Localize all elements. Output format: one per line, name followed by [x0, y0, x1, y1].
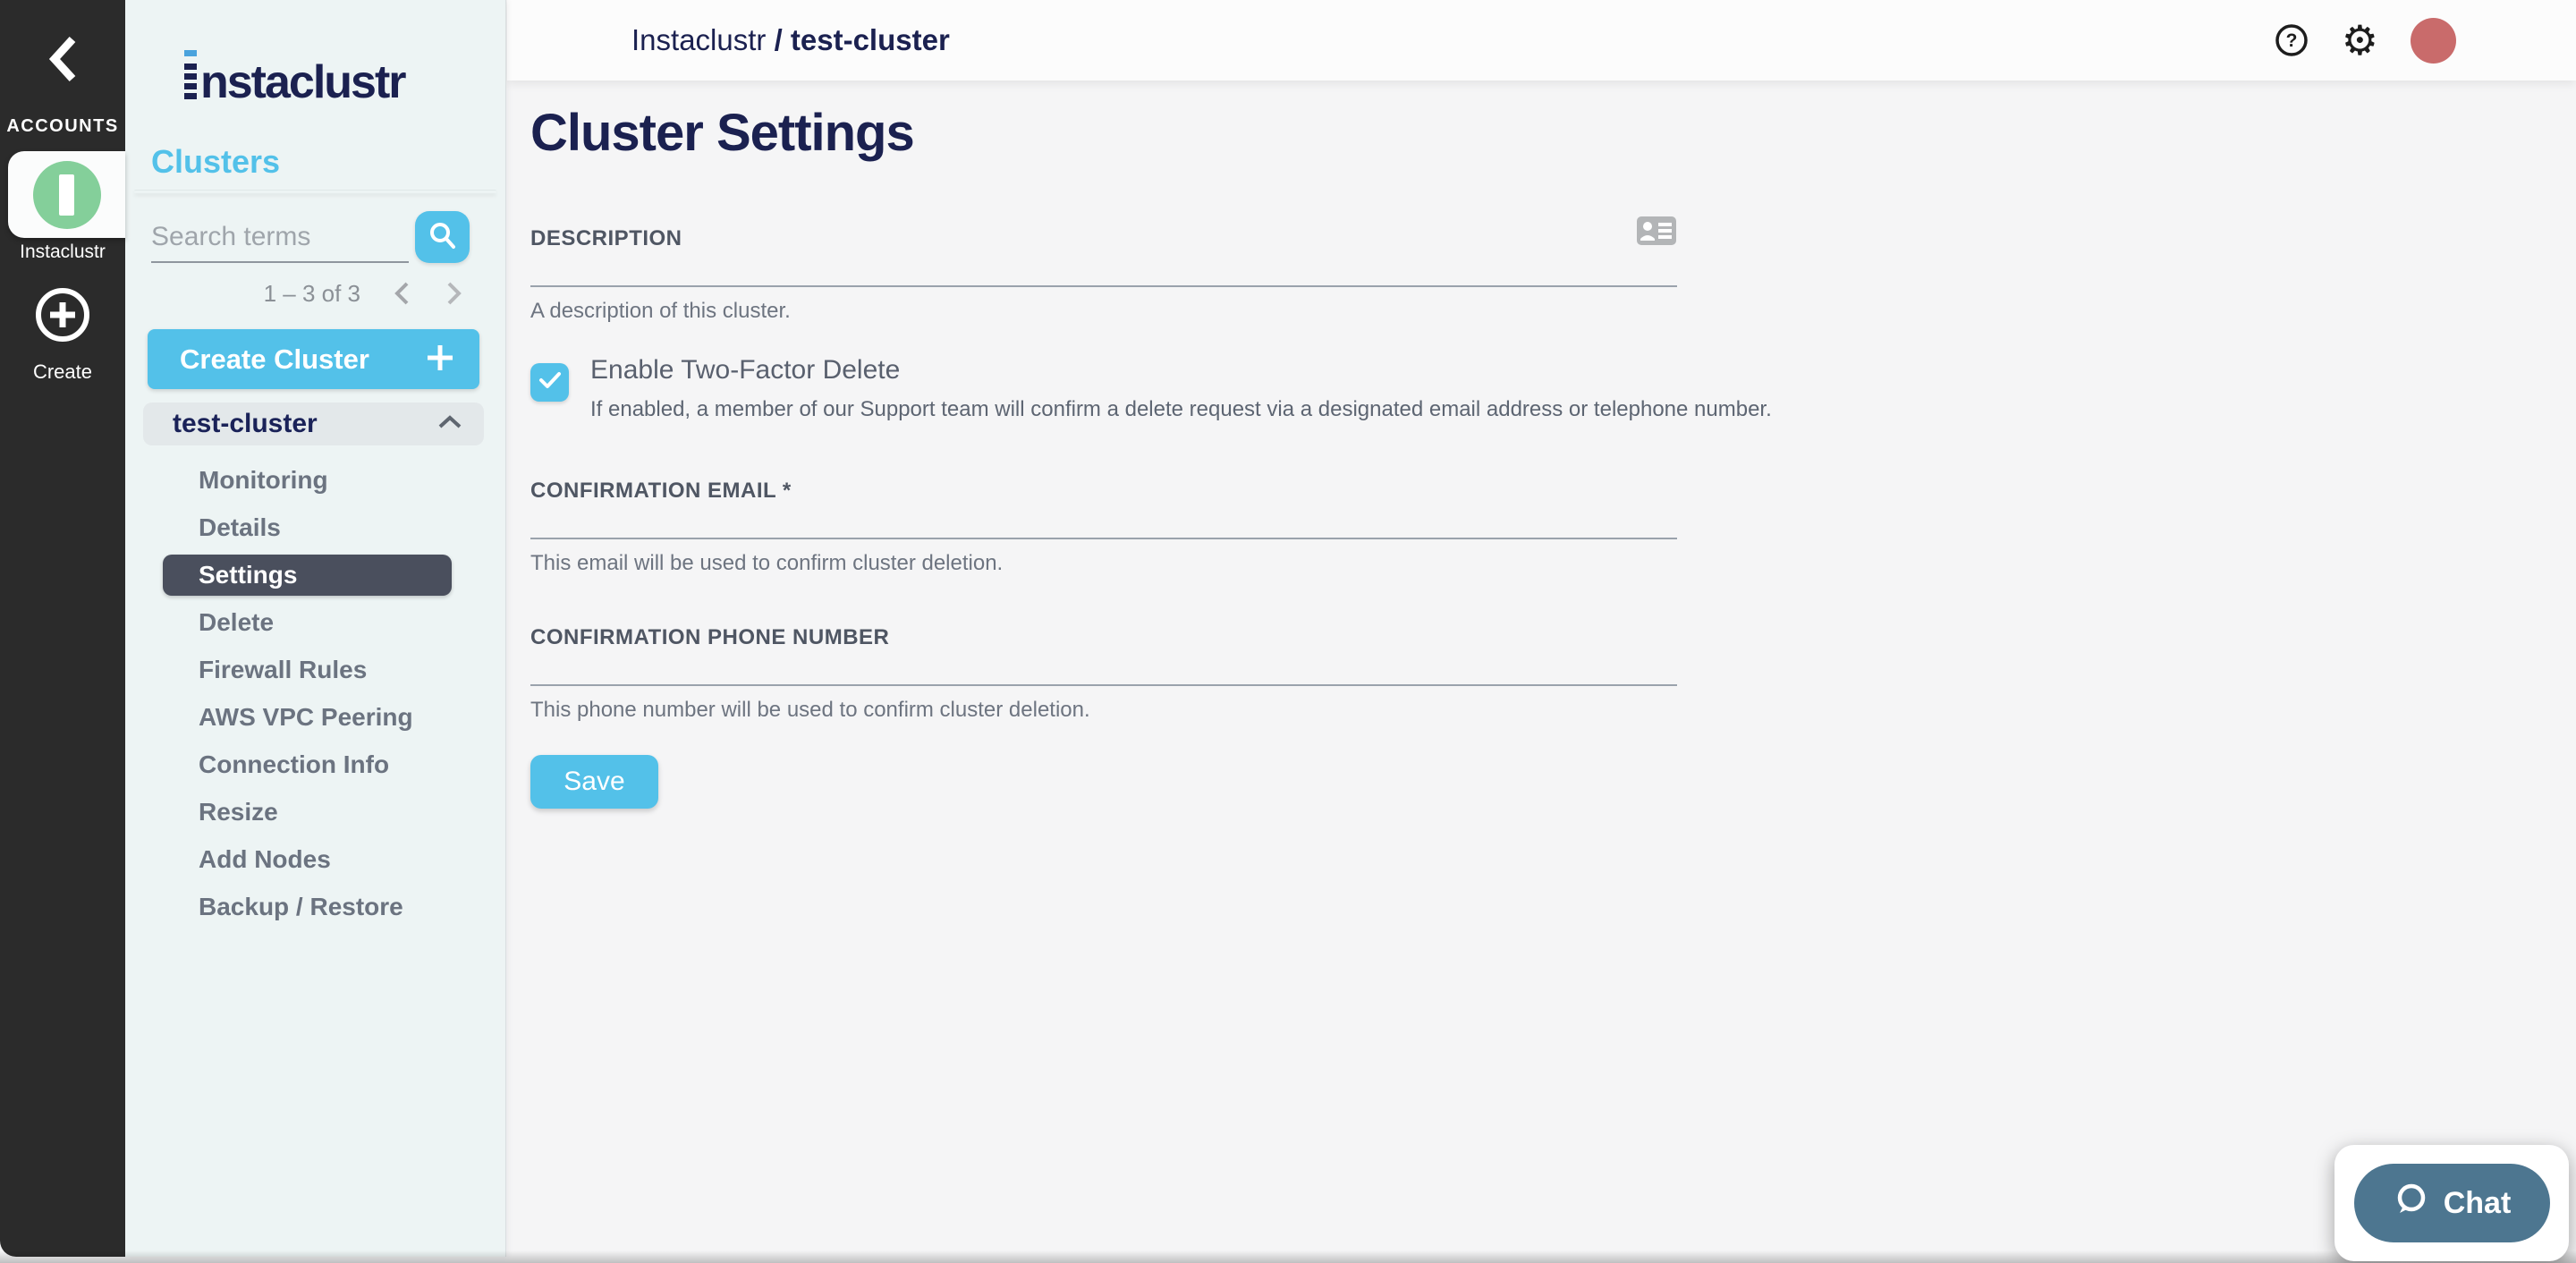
- nav-item-aws-vpc-peering[interactable]: AWS VPC Peering: [143, 693, 484, 741]
- pagination-next-button[interactable]: [443, 280, 464, 307]
- search-input[interactable]: [151, 222, 409, 263]
- plus-circle-icon: [34, 286, 91, 348]
- back-chevron-icon: [46, 34, 80, 89]
- plus-icon: [424, 342, 456, 377]
- confirmation-phone-label: CONFIRMATION PHONE NUMBER: [530, 625, 889, 650]
- pagination-prev-button[interactable]: [391, 280, 412, 307]
- two-factor-delete-row: Enable Two-Factor Delete If enabled, a m…: [530, 355, 2576, 422]
- user-avatar[interactable]: [2411, 18, 2456, 64]
- chat-launcher-frame: Chat: [2334, 1145, 2569, 1261]
- confirmation-phone-group: CONFIRMATION PHONE NUMBER This phone num…: [530, 625, 1677, 723]
- confirmation-email-input[interactable]: [530, 504, 1677, 539]
- pagination: 1 – 3 of 3: [125, 279, 464, 308]
- chat-button[interactable]: Chat: [2354, 1164, 2550, 1242]
- sidebar-heading-clusters: Clusters: [151, 143, 280, 181]
- two-factor-label: Enable Two-Factor Delete: [590, 355, 1772, 386]
- clusters-sidebar: nstaclustr Clusters 1 – 3 of 3 Create Cl…: [125, 0, 506, 1257]
- accounts-label: ACCOUNTS: [0, 116, 125, 137]
- topbar-icons: ? ⚙: [2274, 18, 2456, 64]
- nav-item-firewall-rules[interactable]: Firewall Rules: [143, 646, 484, 693]
- logo-i-mark-icon: [184, 50, 197, 99]
- breadcrumb-root[interactable]: Instaclustr: [631, 23, 766, 56]
- collapse-back-button[interactable]: [0, 25, 125, 97]
- address-card-icon[interactable]: [1636, 215, 1677, 251]
- nav-item-resize[interactable]: Resize: [143, 788, 484, 835]
- confirmation-email-group: CONFIRMATION EMAIL * This email will be …: [530, 479, 1677, 576]
- nav-item-details[interactable]: Details: [143, 504, 484, 551]
- instaclustr-logo: nstaclustr: [184, 50, 405, 106]
- nav-item-add-nodes[interactable]: Add Nodes: [143, 835, 484, 883]
- account-avatar: [33, 161, 101, 229]
- help-icon[interactable]: ?: [2274, 22, 2309, 58]
- confirmation-phone-input[interactable]: [530, 650, 1677, 686]
- chat-bubble-icon: [2393, 1182, 2428, 1225]
- nav-item-settings[interactable]: Settings: [163, 555, 452, 596]
- chat-label: Chat: [2444, 1186, 2512, 1221]
- account-name-label: Instaclustr: [0, 242, 125, 263]
- bottom-scroll-shadow: [0, 1250, 2576, 1263]
- chevron-up-icon: [437, 414, 462, 435]
- account-initial-bar: [59, 174, 74, 216]
- cluster-header-test-cluster[interactable]: test-cluster: [143, 403, 484, 445]
- logo-wordmark: nstaclustr: [200, 59, 405, 106]
- two-factor-description: If enabled, a member of our Support team…: [590, 397, 1772, 422]
- cluster-nav-group: test-cluster Monitoring Details Settings…: [143, 403, 484, 930]
- description-field-group: DESCRIPTION A description of this cluste…: [530, 215, 1677, 324]
- gear-icon[interactable]: ⚙: [2342, 20, 2378, 61]
- confirmation-phone-helper: This phone number will be used to confir…: [530, 698, 1677, 723]
- main-area: Instaclustr / test-cluster ? ⚙ Cluster S…: [507, 0, 2576, 1263]
- search-button[interactable]: [415, 211, 470, 263]
- description-label: DESCRIPTION: [530, 226, 682, 251]
- sidebar-divider: [134, 190, 496, 193]
- nav-item-monitoring[interactable]: Monitoring: [143, 456, 484, 504]
- nav-item-connection-info[interactable]: Connection Info: [143, 741, 484, 788]
- create-cluster-button[interactable]: Create Cluster: [148, 329, 479, 389]
- breadcrumb: Instaclustr / test-cluster: [631, 23, 950, 57]
- create-cluster-label: Create Cluster: [180, 343, 369, 376]
- create-label: Create: [33, 360, 92, 384]
- description-helper: A description of this cluster.: [530, 299, 1677, 324]
- breadcrumb-current: / test-cluster: [775, 23, 950, 56]
- cluster-settings-content: Cluster Settings DESCRIPTION A descripti…: [507, 81, 2576, 809]
- confirmation-email-helper: This email will be used to confirm clust…: [530, 551, 1677, 576]
- cluster-name: test-cluster: [173, 409, 318, 439]
- accounts-rail: ACCOUNTS Instaclustr Create: [0, 0, 125, 1257]
- save-button[interactable]: Save: [530, 755, 658, 809]
- nav-item-delete[interactable]: Delete: [143, 598, 484, 646]
- page-title: Cluster Settings: [530, 103, 2576, 163]
- account-item-instaclustr[interactable]: [8, 151, 125, 238]
- search-icon: [428, 221, 458, 254]
- checkmark-icon: [538, 370, 562, 394]
- svg-text:?: ?: [2285, 30, 2297, 51]
- confirmation-email-label: CONFIRMATION EMAIL *: [530, 479, 792, 504]
- cluster-nav-list: Monitoring Details Settings Delete Firew…: [143, 445, 484, 930]
- two-factor-checkbox[interactable]: [530, 363, 569, 402]
- top-header-bar: Instaclustr / test-cluster ? ⚙: [507, 0, 2576, 81]
- description-input[interactable]: [530, 251, 1677, 287]
- pagination-range: 1 – 3 of 3: [264, 280, 360, 308]
- nav-item-backup-restore[interactable]: Backup / Restore: [143, 883, 484, 930]
- create-account-button[interactable]: Create: [0, 286, 125, 394]
